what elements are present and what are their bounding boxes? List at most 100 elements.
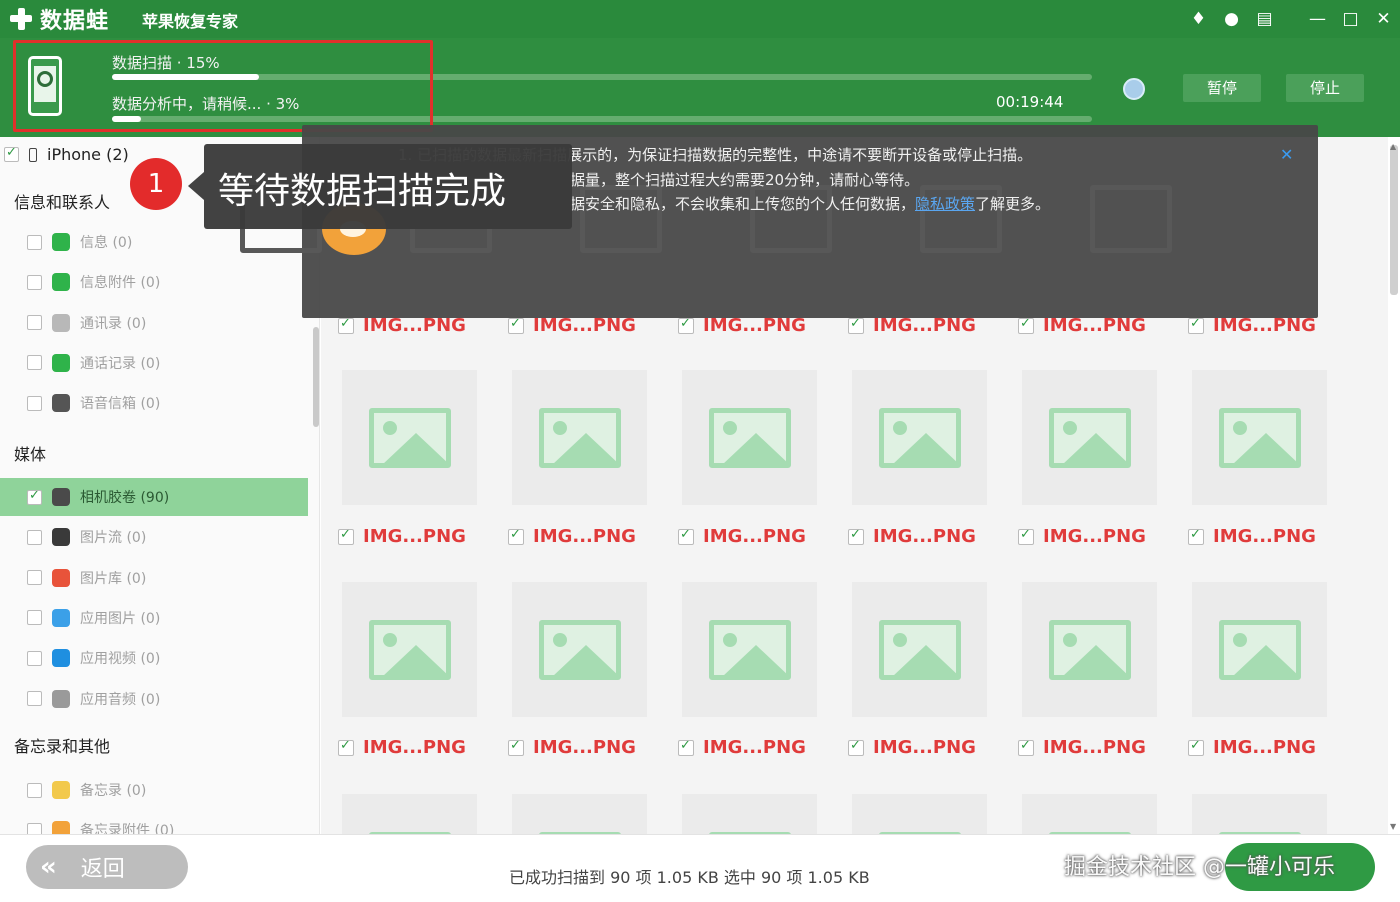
photo-thumbnail[interactable] xyxy=(1022,370,1157,505)
photo-item-label[interactable]: IMG...PNG xyxy=(848,315,976,336)
photo-thumbnail[interactable] xyxy=(1192,370,1327,505)
minimize-icon[interactable]: — xyxy=(1301,9,1334,29)
sidebar-item-checkbox[interactable] xyxy=(27,355,42,371)
photo-item-label[interactable]: IMG...PNG xyxy=(1188,526,1316,547)
photo-item-label[interactable]: IMG...PNG xyxy=(1018,526,1146,547)
photo-thumbnail[interactable] xyxy=(1192,582,1327,717)
sidebar-item[interactable]: 应用音频 (0) xyxy=(0,680,308,718)
back-button[interactable]: « 返回 xyxy=(26,845,188,889)
photo-item-label[interactable]: IMG...PNG xyxy=(678,737,806,758)
grid-scrollbar[interactable] xyxy=(1390,145,1398,295)
scroll-up-icon[interactable]: ▲ xyxy=(1390,142,1396,151)
sidebar-scrollbar[interactable] xyxy=(313,327,319,427)
sidebar-item-checkbox[interactable] xyxy=(27,610,42,626)
sidebar-item-checkbox[interactable] xyxy=(27,570,42,586)
sidebar-item[interactable]: 图片库 (0) xyxy=(0,559,308,597)
photo-thumbnail[interactable] xyxy=(852,794,987,834)
close-icon[interactable]: ✕ xyxy=(1367,9,1400,29)
photo-item-label[interactable]: IMG...PNG xyxy=(508,315,636,336)
photo-item-label[interactable]: IMG...PNG xyxy=(848,737,976,758)
photo-item-label[interactable]: IMG...PNG xyxy=(678,526,806,547)
photo-thumbnail[interactable] xyxy=(852,582,987,717)
photo-item-label[interactable]: IMG...PNG xyxy=(338,526,466,547)
maximize-icon[interactable]: □ xyxy=(1334,9,1367,29)
photo-thumbnail[interactable] xyxy=(852,370,987,505)
privacy-policy-link[interactable]: 隐私政策 xyxy=(915,195,975,213)
photo-thumbnail[interactable] xyxy=(682,370,817,505)
sidebar-item[interactable]: 应用视频 (0) xyxy=(0,639,308,677)
device-checkbox[interactable] xyxy=(4,145,19,162)
photo-checkbox[interactable] xyxy=(678,738,694,756)
photo-checkbox[interactable] xyxy=(848,527,864,545)
sidebar-item[interactable]: 通话记录 (0) xyxy=(0,344,308,382)
photo-checkbox[interactable] xyxy=(338,527,354,545)
sidebar-item-checkbox[interactable] xyxy=(27,395,42,411)
pause-button[interactable]: 暂停 xyxy=(1183,74,1261,102)
diamond-icon[interactable]: ♦ xyxy=(1182,9,1215,29)
photo-thumbnail[interactable] xyxy=(342,582,477,717)
photo-checkbox[interactable] xyxy=(338,316,354,334)
photo-thumbnail[interactable] xyxy=(342,794,477,834)
stop-button[interactable]: 停止 xyxy=(1286,74,1364,102)
photo-checkbox[interactable] xyxy=(848,738,864,756)
photo-item-label[interactable]: IMG...PNG xyxy=(1188,737,1316,758)
sidebar-item[interactable]: 信息附件 (0) xyxy=(0,263,308,301)
photo-checkbox[interactable] xyxy=(1188,316,1204,334)
photo-item-label[interactable]: IMG...PNG xyxy=(678,315,806,336)
sidebar-item-checkbox[interactable] xyxy=(27,315,42,331)
photo-checkbox[interactable] xyxy=(1188,738,1204,756)
photo-thumbnail[interactable] xyxy=(1022,582,1157,717)
sidebar-item-label: 应用图片 (0) xyxy=(80,610,161,627)
photo-checkbox[interactable] xyxy=(338,738,354,756)
photo-checkbox[interactable] xyxy=(848,316,864,334)
photo-thumbnail[interactable] xyxy=(342,370,477,505)
photo-item-label[interactable]: IMG...PNG xyxy=(848,526,976,547)
photo-item-label[interactable]: IMG...PNG xyxy=(338,737,466,758)
photo-thumbnail[interactable] xyxy=(512,794,647,834)
sidebar-item-checkbox[interactable] xyxy=(27,488,42,505)
photo-thumbnail[interactable] xyxy=(682,794,817,834)
sidebar-item[interactable]: 备忘录 (0) xyxy=(0,771,308,809)
image-placeholder-icon xyxy=(1048,407,1131,468)
photo-thumbnail[interactable] xyxy=(1192,794,1327,834)
notice-close-icon[interactable]: ✕ xyxy=(1280,145,1293,164)
sidebar-item-checkbox[interactable] xyxy=(27,274,42,290)
sidebar-item[interactable]: 通讯录 (0) xyxy=(0,304,308,342)
sidebar-item[interactable]: 应用图片 (0) xyxy=(0,599,308,637)
photo-thumbnail[interactable] xyxy=(1022,794,1157,834)
scroll-down-icon[interactable]: ▼ xyxy=(1390,822,1396,831)
photo-checkbox[interactable] xyxy=(678,527,694,545)
sidebar-item[interactable]: 语音信箱 (0) xyxy=(0,384,308,422)
sidebar-item[interactable]: 相机胶卷 (90) xyxy=(0,478,308,516)
photo-checkbox[interactable] xyxy=(508,738,524,756)
photo-item-label[interactable]: IMG...PNG xyxy=(1188,315,1316,336)
photo-checkbox[interactable] xyxy=(1018,316,1034,334)
photo-checkbox[interactable] xyxy=(1018,738,1034,756)
photo-thumbnail[interactable] xyxy=(512,582,647,717)
photo-item-label[interactable]: IMG...PNG xyxy=(338,315,466,336)
photo-item-label[interactable]: IMG...PNG xyxy=(508,737,636,758)
photo-checkbox[interactable] xyxy=(508,527,524,545)
photo-checkbox[interactable] xyxy=(1188,527,1204,545)
sidebar-item-checkbox[interactable] xyxy=(27,529,42,545)
sidebar-item-checkbox[interactable] xyxy=(27,650,42,666)
photo-checkbox[interactable] xyxy=(508,316,524,334)
ghost-thumbnail-icon xyxy=(1090,185,1172,253)
sidebar-item[interactable]: 备忘录附件 (0) xyxy=(0,811,308,834)
sidebar-item[interactable]: 图片流 (0) xyxy=(0,518,308,556)
photo-item-label[interactable]: IMG...PNG xyxy=(508,526,636,547)
photo-thumbnail[interactable] xyxy=(682,582,817,717)
photo-checkbox[interactable] xyxy=(678,316,694,334)
photo-checkbox[interactable] xyxy=(1018,527,1034,545)
sidebar-item-checkbox[interactable] xyxy=(27,782,42,798)
photo-item-label[interactable]: IMG...PNG xyxy=(1018,315,1146,336)
photo-item-label[interactable]: IMG...PNG xyxy=(1018,737,1146,758)
notes-attachment-icon xyxy=(52,821,70,834)
sidebar-item-checkbox[interactable] xyxy=(27,691,42,706)
chat-icon[interactable]: ● xyxy=(1215,9,1248,29)
menu-icon[interactable]: ▤ xyxy=(1248,9,1281,29)
photo-thumbnail[interactable] xyxy=(512,370,647,505)
sidebar-item-checkbox[interactable] xyxy=(27,822,42,834)
device-row[interactable]: iPhone (2) xyxy=(4,145,129,164)
sidebar-item-checkbox[interactable] xyxy=(27,234,42,250)
